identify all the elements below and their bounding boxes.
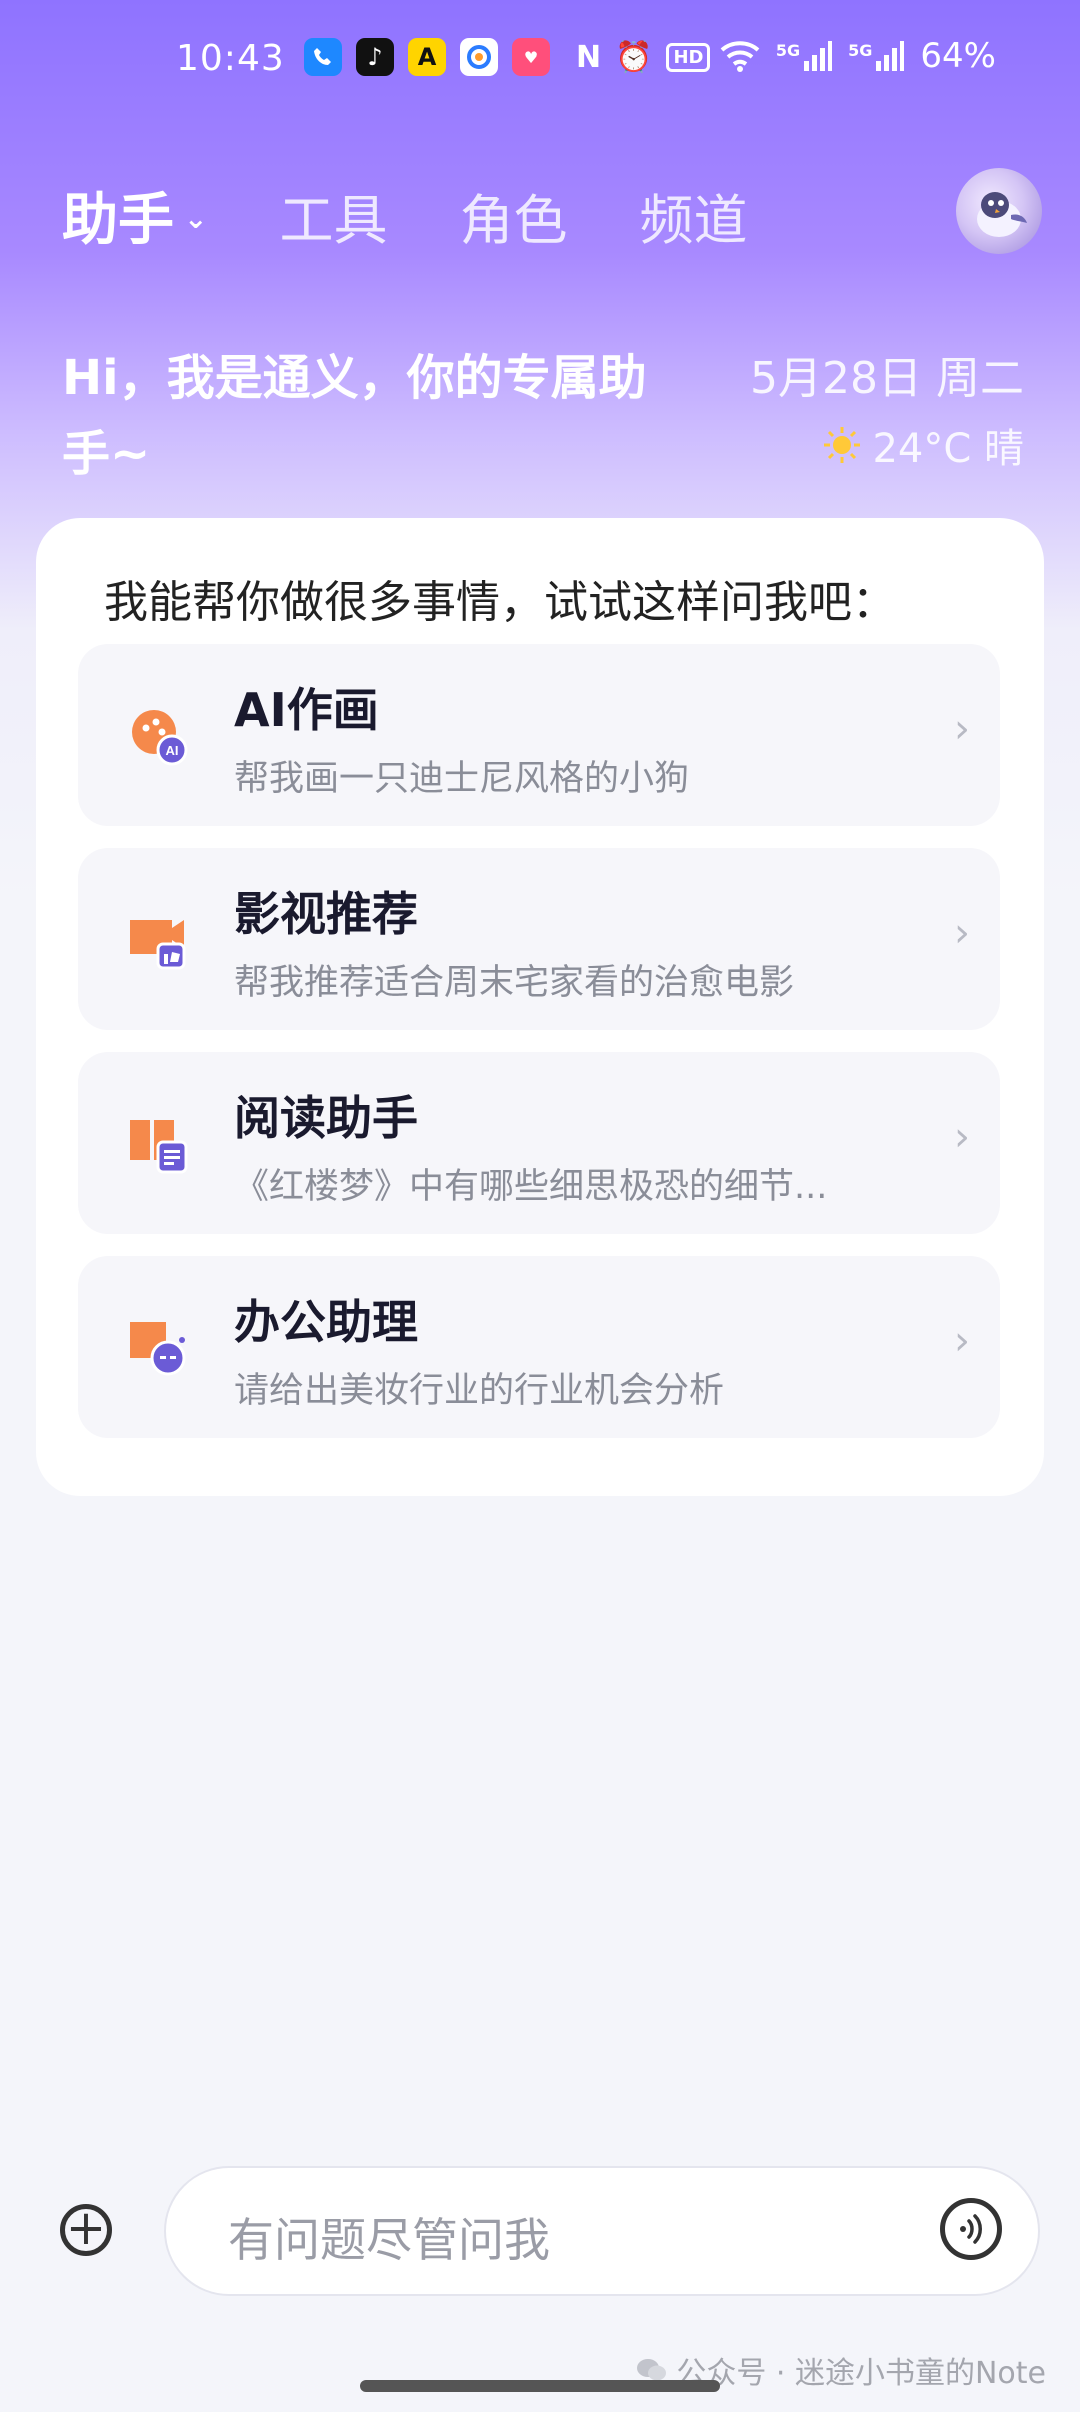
wifi-icon (720, 41, 760, 72)
top-nav: 助手 ⌄ 工具 角色 频道 (62, 170, 747, 260)
weather-text: 24°C 晴 (872, 426, 1024, 472)
suggestion-card: 我能帮你做很多事情，试试这样问我吧： AI AI作画 帮我画一只迪士尼风格的小狗… (36, 518, 1044, 1496)
tab-tools[interactable]: 工具 (279, 176, 387, 255)
hd-icon: HD (666, 42, 711, 72)
item-title: AI作画 (234, 683, 379, 737)
voice-wave-icon (960, 2214, 982, 2244)
item-subtitle: 请给出美妆行业的行业机会分析 (234, 1371, 725, 1411)
sun-icon (824, 427, 861, 463)
office-assistant-icon (130, 1322, 186, 1376)
chevron-down-icon: ⌄ (184, 201, 208, 235)
battery-percent: 64% (920, 36, 996, 76)
item-subtitle: 帮我推荐适合周末宅家看的治愈电影 (234, 963, 795, 1003)
bird-avatar-icon (977, 192, 1027, 237)
phone-app-icon (304, 38, 342, 76)
signal-bars-icon (804, 41, 833, 71)
status-right: 5G 5G 64% (720, 36, 996, 76)
alarm-icon: ⏰ (615, 39, 653, 75)
date-label: 5月28日 周二 (750, 353, 1024, 404)
message-input[interactable]: 有问题尽管问我 (164, 2166, 1040, 2296)
suggestion-item-reading[interactable]: 阅读助手 《红楼梦》中有哪些细思极恐的细节... › (78, 1052, 1000, 1234)
chevron-right-icon: › (954, 1114, 970, 1160)
greeting-line-1: Hi，我是通义，你的专属助 (62, 350, 647, 406)
tab-assistant-label: 助手 (62, 187, 174, 253)
tab-roles[interactable]: 角色 (459, 176, 567, 255)
greeting-line-2: 手~ (62, 426, 151, 482)
chevron-right-icon: › (954, 1318, 970, 1364)
nfc-icon: N (576, 39, 602, 75)
chevron-right-icon: › (954, 910, 970, 956)
suggestion-item-ai-paint[interactable]: AI AI作画 帮我画一只迪士尼风格的小狗 › (78, 644, 1000, 826)
plus-icon: + (65, 2200, 107, 2256)
tab-channels[interactable]: 频道 (639, 176, 747, 255)
weather: 24°C 晴 (822, 416, 1024, 474)
item-subtitle: 《红楼梦》中有哪些细思极恐的细节... (234, 1167, 828, 1207)
reading-assistant-icon (130, 1120, 188, 1174)
suggestion-item-movie[interactable]: 影视推荐 帮我推荐适合周末宅家看的治愈电影 › (78, 848, 1000, 1030)
ai-paint-icon: AI (132, 710, 188, 766)
suggestion-item-office[interactable]: 办公助理 请给出美妆行业的行业机会分析 › (78, 1256, 1000, 1438)
signal-2: 5G (848, 41, 905, 71)
tab-assistant[interactable]: 助手 ⌄ (62, 175, 207, 256)
card-title: 我能帮你做很多事情，试试这样问我吧： (104, 577, 896, 628)
voice-input-button[interactable] (940, 2198, 1002, 2260)
signal-bars-icon (876, 41, 905, 71)
item-title: 阅读助手 (234, 1091, 418, 1145)
item-title: 影视推荐 (234, 887, 418, 941)
input-placeholder: 有问题尽管问我 (228, 2213, 550, 2267)
pink-app-icon: ♥ (512, 38, 550, 76)
item-title: 办公助理 (234, 1295, 418, 1349)
assistant-app-icon (460, 38, 498, 76)
avatar[interactable] (956, 168, 1042, 254)
item-subtitle: 帮我画一只迪士尼风格的小狗 (234, 759, 690, 799)
watermark-text: 公众号 · 迷途小书童的Note (676, 2356, 1046, 2391)
greeting-text: Hi，我是通义，你的专属助 手~ (62, 340, 722, 492)
yellow-app-icon: A (408, 38, 446, 76)
add-attachment-button[interactable]: + (60, 2204, 112, 2256)
status-bar: 10:43 ♪ A ♥ N ⏰ HD 5G 5G 64% (0, 0, 1080, 120)
movie-recommend-icon (130, 920, 186, 970)
tiktok-app-icon: ♪ (356, 38, 394, 76)
status-time: 10:43 (176, 38, 285, 79)
chevron-right-icon: › (954, 706, 970, 752)
notification-icons: ♪ A ♥ N ⏰ HD (304, 38, 711, 76)
signal-1: 5G (776, 41, 833, 71)
home-indicator[interactable] (360, 2380, 720, 2392)
ai-badge: AI (166, 743, 179, 758)
